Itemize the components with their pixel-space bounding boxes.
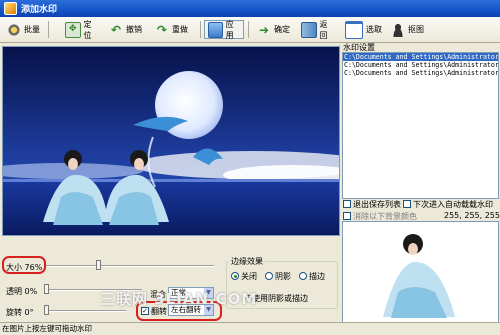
batch-label: 批量 [24, 25, 40, 34]
undo-label: 撤销 [126, 25, 142, 34]
batch-button[interactable]: 批量 [4, 20, 44, 39]
back-door-icon [301, 21, 317, 38]
locate-arrows-icon: ✥ [65, 21, 81, 38]
list-item[interactable]: C:\Documents and Settings\Administrator\ [343, 69, 498, 77]
size-slider-track[interactable] [44, 265, 214, 267]
rotate-slider-thumb[interactable] [44, 305, 49, 315]
select-label: 选取 [366, 25, 382, 34]
edge-shadow-label: 阴影 [275, 272, 291, 281]
select-window-icon [345, 20, 363, 39]
back-label: 返回 [319, 19, 328, 40]
exit-save-list-label: 退出保存列表 [353, 200, 401, 209]
select-button[interactable]: 选取 [342, 20, 386, 39]
edge-off-radio[interactable] [231, 272, 239, 280]
toolbar-separator [48, 21, 49, 38]
back-button[interactable]: 返回 [298, 19, 338, 40]
toolbar: 批量 ✥ 定位 ↶ 撤销 ↷ 重做 应用 ➜ 确定 返回 选取 抠图 [0, 17, 500, 43]
opacity-slider-thumb[interactable] [44, 284, 49, 294]
ok-label: 确定 [274, 25, 290, 34]
window-title: 添加水印 [21, 5, 58, 15]
edge-stroke-radio[interactable] [299, 272, 307, 280]
undo-arrow-icon: ↶ [110, 22, 122, 37]
watermark-settings-panel: 水印设置 C:\Documents and Settings\Administr… [340, 42, 500, 323]
list-item[interactable]: C:\Documents and Settings\Administrator\ [343, 53, 498, 61]
ok-button[interactable]: ➜ 确定 [254, 20, 294, 39]
highlight-ring-size [2, 256, 46, 274]
remove-bg-color-checkbox[interactable] [343, 212, 351, 220]
image-preview[interactable] [2, 46, 340, 236]
exit-save-list-checkbox[interactable] [343, 200, 351, 208]
undo-button[interactable]: ↶ 撤销 [106, 20, 150, 39]
rotate-label: 旋转 0° [6, 308, 34, 317]
preview-scene [3, 47, 339, 235]
title-bar: 添加水印 [0, 0, 500, 17]
gear-batch-icon [7, 22, 21, 37]
edge-effect-title: 边缘效果 [229, 256, 265, 267]
watermark-controls: 大小 76% 透明 0% 旋转 0° 混合 正常 ▼ ✓ 翻转 左右翻转 ▼ 边… [0, 236, 340, 322]
redo-label: 重做 [172, 25, 188, 34]
status-bar: 在图片上按左键可拖动水印 [0, 322, 500, 334]
auto-load-checkbox[interactable] [403, 200, 411, 208]
capture-label: 抠图 [408, 25, 424, 34]
locate-button[interactable]: ✥ 定位 [62, 19, 102, 40]
edge-shadow-radio[interactable] [265, 272, 273, 280]
list-item[interactable]: C:\Documents and Settings\Administrator\ [343, 61, 498, 69]
size-slider-thumb[interactable] [96, 260, 101, 270]
watermark-file-list[interactable]: C:\Documents and Settings\Administrator\… [342, 52, 499, 199]
status-text: 在图片上按左键可拖动水印 [2, 324, 92, 333]
app-icon [4, 2, 17, 15]
apply-button[interactable]: 应用 [204, 19, 244, 40]
opacity-label: 透明 0% [6, 287, 38, 296]
person-silhouette-icon [391, 22, 405, 37]
auto-load-label: 下次进入自动载载水印 [413, 200, 493, 209]
watermark-thumbnail [342, 221, 499, 323]
watermark-thumbnail-image [343, 222, 498, 322]
locate-label: 定位 [83, 19, 92, 40]
capture-button[interactable]: 抠图 [388, 20, 432, 39]
apply-label: 应用 [225, 19, 234, 40]
apply-image-icon [208, 21, 223, 38]
redo-arrow-icon: ↷ [156, 22, 168, 37]
color-value: 255, 255, 255 [444, 211, 500, 220]
toolbar-separator [200, 21, 201, 38]
edge-off-label: 关闭 [241, 272, 257, 281]
edge-stroke-label: 描边 [309, 272, 325, 281]
redo-button[interactable]: ↷ 重做 [152, 20, 196, 39]
toolbar-separator [248, 21, 249, 38]
rotate-slider-track[interactable] [44, 310, 126, 312]
watermark-overlay-text: 三联网 3LIAN.COM [100, 290, 258, 308]
ok-arrow-icon: ➜ [258, 22, 270, 37]
